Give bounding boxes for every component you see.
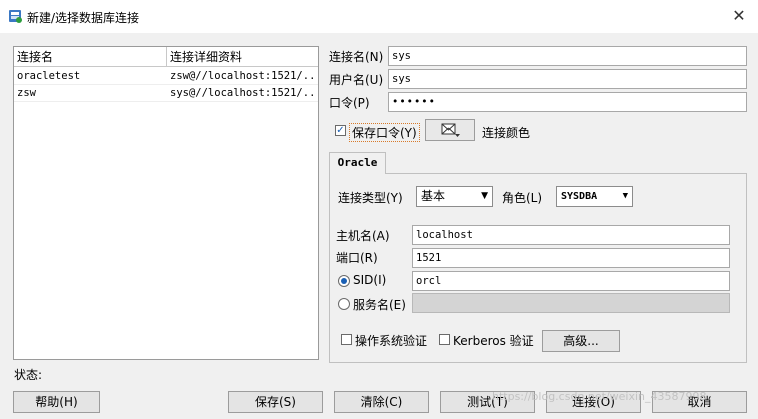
role-select[interactable]: SYSDBA ▼ <box>556 186 633 207</box>
role-value: SYSDBA <box>561 191 598 202</box>
service-name-field[interactable] <box>412 293 730 313</box>
help-button[interactable]: 帮助(H) <box>13 391 100 413</box>
kerberos-checkbox[interactable] <box>439 334 450 345</box>
connection-type-select[interactable]: 基本 ▼ <box>416 186 493 207</box>
password-field[interactable]: •••••• <box>388 92 747 112</box>
table-row[interactable]: zsw sys@//localhost:1521/... <box>14 85 318 102</box>
service-name-radio[interactable] <box>338 298 350 310</box>
save-button[interactable]: 保存(S) <box>228 391 323 413</box>
connection-name-cell: zsw <box>17 87 36 99</box>
window-title: 新建/选择数据库连接 <box>27 11 140 25</box>
envelope-color-icon <box>441 123 460 137</box>
connection-color-label: 连接颜色 <box>482 126 531 140</box>
hostname-field[interactable]: localhost <box>412 225 730 245</box>
advanced-button[interactable]: 高级... <box>542 330 620 352</box>
os-auth-label: 操作系统验证 <box>355 334 428 348</box>
port-label: 端口(R) <box>336 251 378 265</box>
conn-name-field[interactable]: sys <box>388 46 747 66</box>
service-name-label: 服务名(E) <box>353 298 406 312</box>
column-header-details[interactable]: 连接详细资料 <box>167 47 318 67</box>
hostname-label: 主机名(A) <box>336 229 390 243</box>
connection-details-cell: sys@//localhost:1521/... <box>170 87 316 99</box>
table-row[interactable]: oracletest zsw@//localhost:1521/... <box>14 68 318 85</box>
database-connection-icon <box>9 10 22 23</box>
save-password-label: 保存口令(Y) <box>349 123 420 142</box>
conn-name-label: 连接名(N) <box>329 50 384 64</box>
dropdown-arrow-icon: ▼ <box>481 191 488 201</box>
close-button[interactable]: ✕ <box>728 5 750 27</box>
sid-radio[interactable] <box>338 275 350 287</box>
connection-type-value: 基本 <box>421 189 446 203</box>
os-auth-checkbox[interactable] <box>341 334 352 345</box>
sid-label: SID(I) <box>353 273 387 287</box>
clear-button[interactable]: 清除(C) <box>334 391 429 413</box>
tab-oracle[interactable]: Oracle <box>329 152 386 174</box>
kerberos-label: Kerberos 验证 <box>453 334 534 348</box>
connection-details-cell: zsw@//localhost:1521/... <box>170 70 316 82</box>
column-header-name[interactable]: 连接名 <box>14 47 167 67</box>
sid-field[interactable]: orcl <box>412 271 730 291</box>
connection-type-label: 连接类型(Y) <box>338 191 403 205</box>
connection-name-cell: oracletest <box>17 70 81 82</box>
port-field[interactable]: 1521 <box>412 248 730 268</box>
password-label: 口令(P) <box>329 96 370 110</box>
save-password-checkbox[interactable]: ✓ <box>335 125 346 136</box>
username-label: 用户名(U) <box>329 73 384 87</box>
connections-table: 连接名 连接详细资料 oracletest zsw@//localhost:15… <box>13 46 319 360</box>
username-field[interactable]: sys <box>388 69 747 89</box>
dropdown-arrow-icon: ▼ <box>622 191 628 201</box>
role-label: 角色(L) <box>502 191 543 205</box>
connection-color-button[interactable] <box>425 119 475 141</box>
watermark: https://blog.csdn.net/weixin_43587998 <box>492 390 707 403</box>
status-label: 状态: <box>14 368 43 382</box>
